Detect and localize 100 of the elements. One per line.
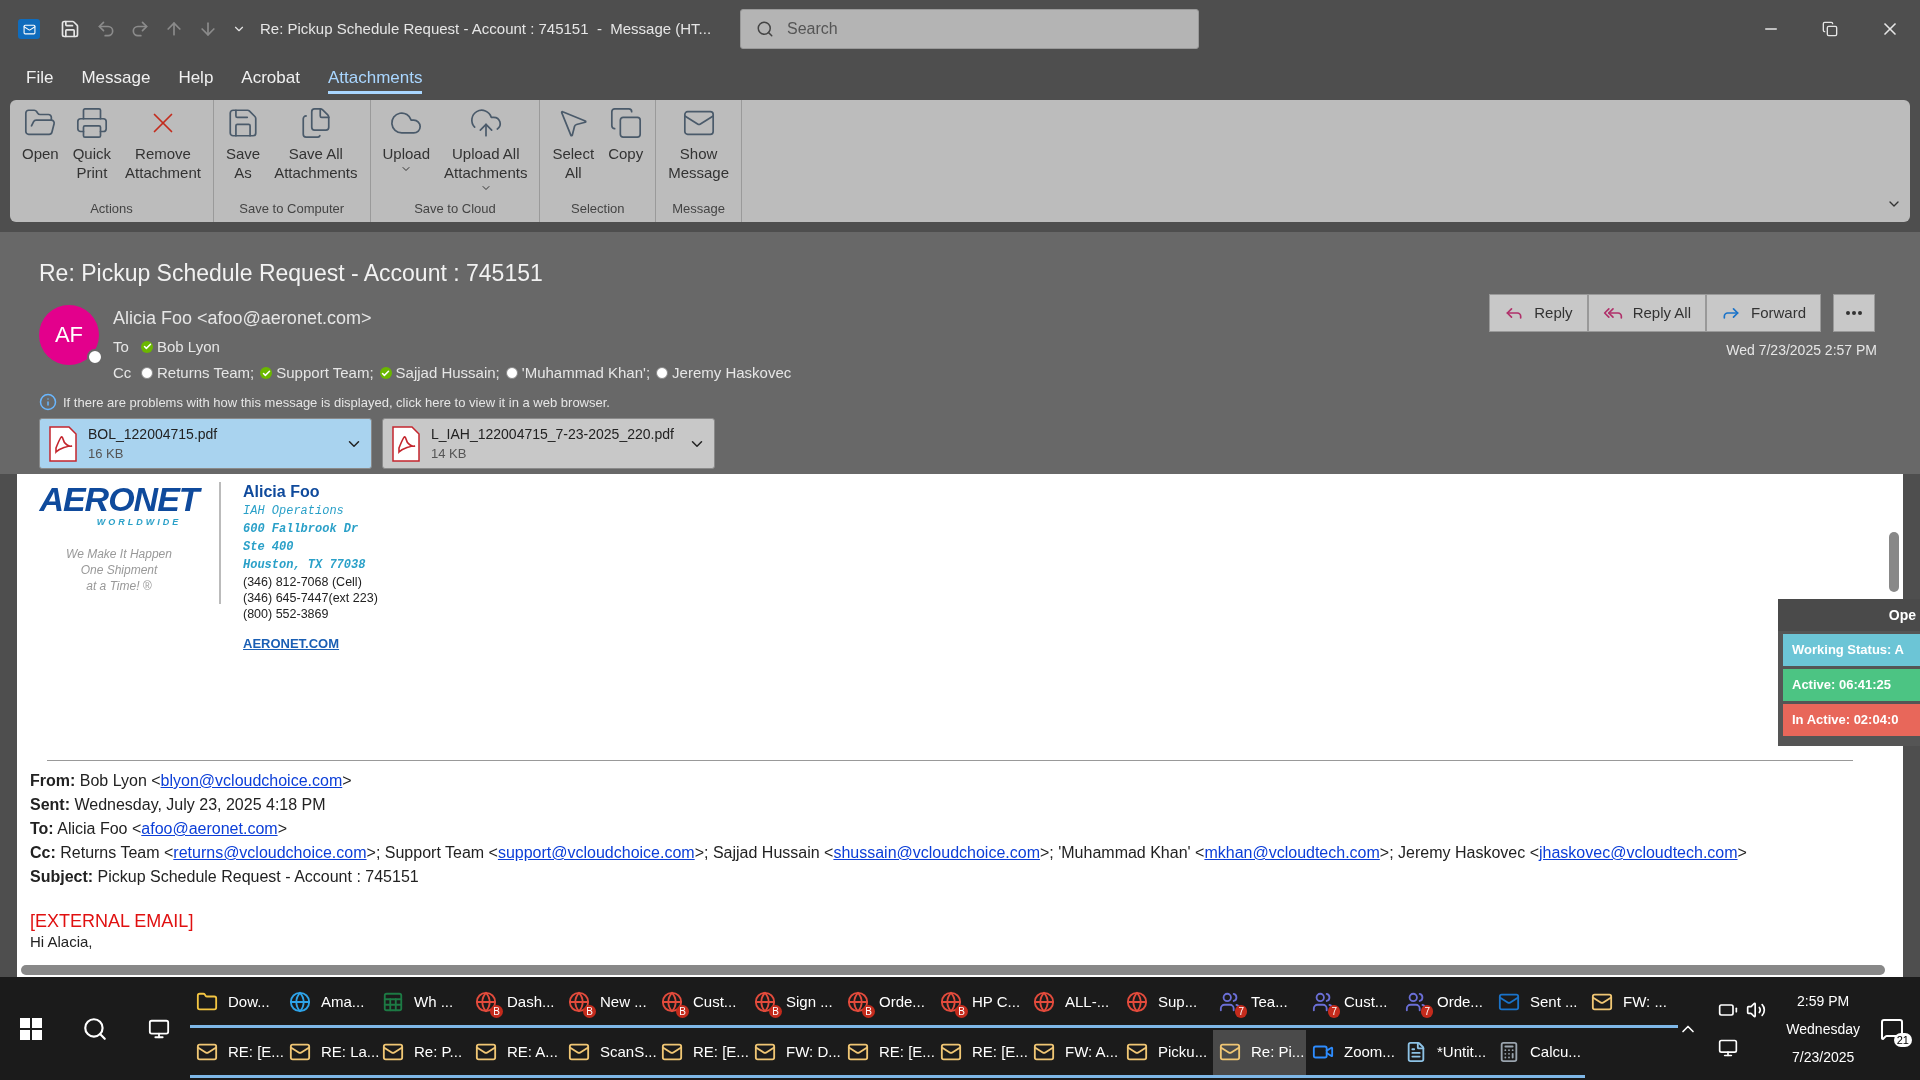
taskbar-item[interactable]: FW: A...	[1027, 1029, 1120, 1078]
app-badge: B	[490, 1005, 503, 1018]
menu-tab[interactable]: Acrobat	[241, 64, 300, 94]
reply-action-button[interactable]: Forward	[1706, 294, 1821, 332]
clock-time[interactable]: 2:59 PM	[1797, 986, 1850, 1015]
website-link[interactable]: AERONET.COM	[243, 636, 378, 652]
ribbon-button[interactable]: Save All Attachments	[268, 106, 364, 199]
email-link[interactable]: shussain@vcloudchoice.com	[833, 844, 1040, 861]
message-date: Wed 7/23/2025 2:57 PM	[1726, 341, 1877, 360]
taskbar-item[interactable]: Wh ...	[376, 979, 469, 1028]
email-link[interactable]: mkhan@vcloudtech.com	[1204, 844, 1380, 861]
email-link[interactable]: blyon@vcloudchoice.com	[160, 772, 343, 789]
email-link[interactable]: afoo@aeronet.com	[141, 820, 278, 837]
greeting: Hi Alacia,	[30, 933, 94, 951]
menu-tab[interactable]: File	[26, 64, 54, 94]
menu-tab[interactable]: Attachments	[327, 64, 423, 94]
reply-action-button[interactable]: Reply All	[1587, 294, 1706, 332]
taskbar-item[interactable]: Calcu...	[1492, 1029, 1585, 1078]
taskbar-item[interactable]: B Sign ...	[748, 979, 841, 1028]
taskbar-item[interactable]: *Untit...	[1399, 1029, 1492, 1078]
taskbar-item[interactable]: Sup...	[1120, 979, 1213, 1028]
taskbar-item[interactable]: B Orde...	[841, 979, 934, 1028]
ribbon-button[interactable]: Quick Print	[66, 106, 118, 199]
taskbar-item[interactable]: Re: Pi...	[1213, 1029, 1306, 1078]
envelope-icon	[289, 1041, 311, 1063]
quoted-header-line: Subject: Pickup Schedule Request - Account : 745151	[30, 867, 420, 887]
app-badge: B	[862, 1005, 875, 1018]
clock-day[interactable]: Wednesday	[1786, 1014, 1860, 1043]
save-icon[interactable]	[60, 19, 80, 39]
email-link[interactable]: returns@vcloudchoice.com	[173, 844, 367, 861]
search-field[interactable]: Search	[740, 9, 1199, 49]
info-message[interactable]: If there are problems with how this message is displayed, click here to view it in a web browser.	[63, 392, 610, 412]
restore-icon[interactable]	[1822, 21, 1838, 37]
menu-tab[interactable]: Message	[81, 64, 151, 94]
taskbar-item[interactable]: RE: [E...	[190, 1029, 283, 1078]
globe-icon	[1033, 991, 1055, 1013]
recipient-name[interactable]: 'Muhammad Khan';	[521, 362, 651, 385]
taskbar-item[interactable]: RE: A...	[469, 1029, 562, 1078]
email-link[interactable]: support@vcloudchoice.com	[497, 844, 695, 861]
calculator-icon	[1498, 1041, 1520, 1063]
outlook-logo-icon	[18, 19, 40, 39]
taskbar-item[interactable]: B Dash...	[469, 979, 562, 1028]
clock-date[interactable]: 7/23/2025	[1792, 1042, 1855, 1071]
taskbar-item[interactable]: Dow...	[190, 979, 283, 1028]
email-link[interactable]: jhaskovec@vcloudtech.com	[1539, 844, 1738, 861]
ribbon-button[interactable]: Remove Attachment	[119, 106, 207, 199]
phone-number: (346) 812-7068 (Cell)	[243, 574, 363, 590]
attachment-size: 16 KB	[88, 444, 125, 463]
ribbon-group-label: Selection	[571, 199, 625, 218]
menu-tab[interactable]: Help	[178, 64, 214, 94]
attachment-chip[interactable]: L_IAH_122004715_7-23-2025_220.pdf 14 KB	[382, 418, 715, 469]
network-icon[interactable]	[1718, 1037, 1739, 1058]
recipient-name[interactable]: Returns Team;	[157, 362, 255, 385]
attachment-name: BOL_122004715.pdf	[88, 424, 219, 444]
envelope-icon	[1498, 991, 1520, 1013]
taskbar-item[interactable]: ScanS...	[562, 1029, 655, 1078]
vertical-scrollbar[interactable]	[1889, 532, 1899, 592]
quoted-header-line: From: Bob Lyon <blyon@vcloudchoice.com>	[30, 771, 353, 791]
windows-start-icon[interactable]	[20, 1017, 42, 1040]
ribbon-button[interactable]: Save As	[219, 106, 267, 199]
recipient-name[interactable]: Sajjad Hussain;	[395, 362, 500, 385]
taskbar-item[interactable]: 7 Cust...	[1306, 979, 1399, 1028]
ribbon-group-label: Message	[672, 199, 725, 218]
address-line: 600 Fallbrook Dr	[243, 521, 360, 538]
ribbon-button[interactable]: Copy	[602, 106, 650, 199]
more-options-button[interactable]	[1833, 294, 1875, 332]
search-icon[interactable]	[82, 1015, 108, 1042]
taskbar-item[interactable]: Ama...	[283, 979, 376, 1028]
sender-name: Alicia Foo <afoo@aeronet.com>	[113, 306, 373, 330]
recipient-name[interactable]: Jeremy Haskovec	[672, 362, 792, 385]
taskbar-item[interactable]: B New ...	[562, 979, 655, 1028]
ribbon-button[interactable]: Open	[16, 106, 65, 199]
envelope-icon	[847, 1041, 869, 1063]
taskbar-item[interactable]: B Cust...	[655, 979, 748, 1028]
taskbar-item[interactable]: RE: [E...	[841, 1029, 934, 1078]
tagline: We Make It Happen One Shipment at a Time! ®	[66, 545, 172, 594]
task-view-icon[interactable]	[148, 1017, 170, 1040]
taskbar-item[interactable]: B HP C...	[934, 979, 1027, 1028]
attachment-chip[interactable]: BOL_122004715.pdf 16 KB	[39, 418, 372, 469]
taskbar-item[interactable]: Sent ...	[1492, 979, 1585, 1028]
horizontal-scrollbar[interactable]	[21, 965, 1885, 975]
reply-action-button[interactable]: Reply	[1489, 294, 1588, 332]
taskbar-item[interactable]: 7 Tea...	[1213, 979, 1306, 1028]
ribbon-button[interactable]: Select All	[546, 106, 601, 199]
recipient-name[interactable]: Bob Lyon	[157, 335, 220, 358]
volume-icon[interactable]	[1746, 999, 1767, 1020]
address-line: Ste 400	[243, 539, 295, 556]
taskbar-item[interactable]: Zoom...	[1306, 1029, 1399, 1078]
ribbon-button[interactable]: Upload	[376, 106, 437, 199]
taskbar-item[interactable]: 7 Orde...	[1399, 979, 1492, 1028]
taskbar-item[interactable]: RE: [E...	[934, 1029, 1027, 1078]
taskbar-item[interactable]: FW: ...	[1585, 979, 1678, 1028]
taskbar-item[interactable]: RE: [E...	[655, 1029, 748, 1078]
quoted-header-line: To: Alicia Foo <afoo@aeronet.com>	[30, 819, 288, 839]
ribbon-button[interactable]: Show Message	[662, 106, 736, 199]
recipient-name[interactable]: Support Team;	[276, 362, 374, 385]
ribbon-button[interactable]: Upload All Attachments	[438, 106, 534, 199]
taskbar-item[interactable]: ALL-...	[1027, 979, 1120, 1028]
taskbar-item[interactable]: FW: D...	[748, 1029, 841, 1078]
taskbar-item[interactable]: RE: La...	[283, 1029, 376, 1078]
